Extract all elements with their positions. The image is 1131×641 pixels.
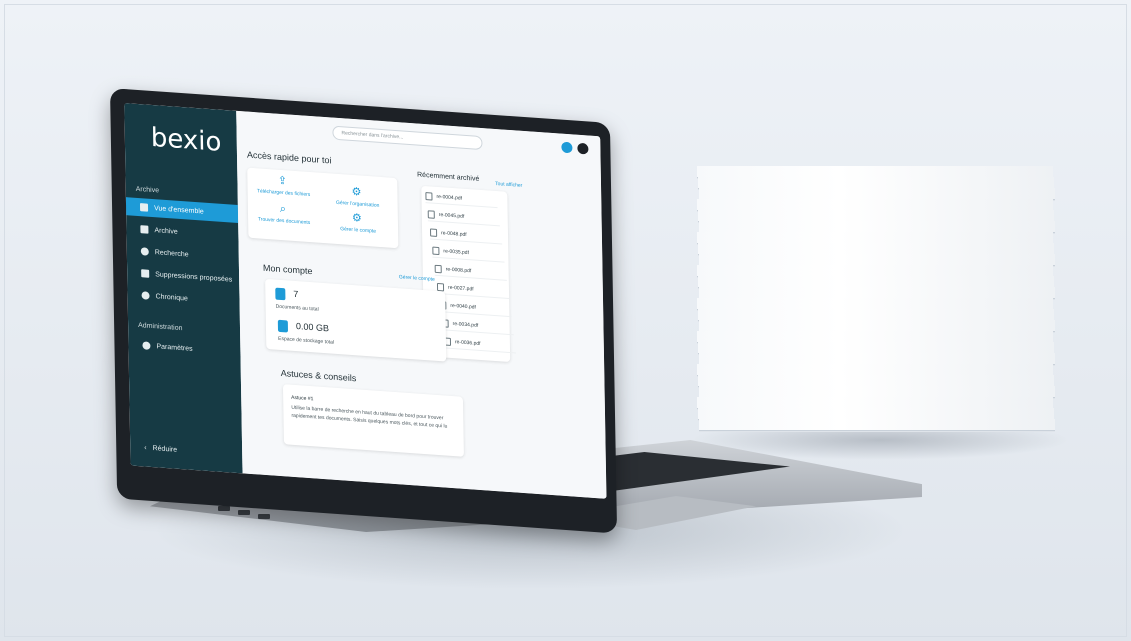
tip-heading: Astuce #1 [291, 394, 314, 403]
quick-action-find-docs[interactable]: Trouver des documents [254, 216, 314, 226]
paper-sheet [699, 419, 1055, 431]
recent-file-row[interactable]: re-0034.pdf [441, 317, 514, 336]
recent-title: Récemment archivé [417, 171, 480, 183]
sidebar-item-history[interactable]: Chronique [127, 285, 239, 311]
bexio-logo[interactable]: bexio [151, 123, 222, 158]
sidebar-item-label: Vue d'ensemble [153, 204, 204, 216]
usb-port [238, 510, 250, 515]
recent-file-name: re-0008.pdf [445, 266, 472, 275]
quick-action-upload[interactable]: Télécharger des fichiers [254, 188, 314, 198]
recent-file-name: re-0004.pdf [436, 193, 463, 202]
search-input[interactable]: Rechercher dans l'archive... [332, 125, 483, 151]
quick-access-title: Accès rapide pour toi [246, 149, 332, 166]
quick-access-card: ⇪ Télécharger des fichiers ⚙ Gérer l'org… [247, 167, 399, 249]
sidebar-item-search[interactable]: Recherche [127, 241, 239, 267]
archive-icon [140, 225, 149, 234]
recent-file-row[interactable]: re-0048.pdf [429, 226, 503, 245]
sidebar-item-archive[interactable]: Archive [126, 219, 238, 245]
search-icon: ⌕ [279, 202, 287, 216]
account-title: Mon compte [262, 262, 313, 277]
recent-file-name: re-0048.pdf [441, 230, 467, 239]
gear-icon: ⚙ [351, 211, 362, 225]
home-icon [139, 203, 149, 212]
storage-label: Espace de stockage total [278, 335, 335, 346]
search-icon [140, 247, 149, 256]
sidebar-item-label: Paramètres [156, 342, 193, 353]
recent-file-row[interactable]: re-0045.pdf [427, 208, 500, 227]
file-icon [427, 210, 435, 219]
recent-file-name: re-0034.pdf [452, 321, 479, 329]
recent-file-row[interactable]: re-0008.pdf [434, 262, 507, 281]
gear-icon [142, 341, 151, 350]
main-content: Rechercher dans l'archive... Accès rapid… [236, 110, 607, 499]
upload-icon: ⇪ [277, 174, 288, 188]
chevron-left-icon: ‹ [144, 443, 147, 452]
quick-action-organisation[interactable]: Gérer l'organisation [328, 199, 388, 209]
recent-file-row[interactable]: re-0027.pdf [436, 280, 510, 299]
paper-stack [697, 166, 1058, 444]
sidebar-item-label: Archive [154, 226, 178, 236]
recent-file-row[interactable]: re-0004.pdf [425, 190, 498, 209]
storage-value: 0.00 GB [295, 321, 330, 334]
documents-label: Documents au total [275, 303, 319, 313]
sidebar-item-overview[interactable]: Vue d'ensemble [125, 197, 239, 223]
sidebar-section-admin: Administration [138, 321, 183, 333]
usb-port [258, 514, 270, 519]
account-manage-link[interactable]: Gérer le compte [399, 274, 435, 283]
avatar[interactable] [577, 142, 589, 155]
file-icon [432, 246, 440, 256]
sidebar-item-label: Réduire [152, 444, 178, 454]
tips-card: Astuce #1 Utilise la barre de recherche … [282, 384, 464, 457]
help-icon[interactable] [561, 141, 573, 154]
tips-title: Astuces & conseils [280, 367, 357, 384]
storage-icon [277, 319, 289, 333]
documents-count: 7 [293, 288, 299, 300]
sidebar-collapse-button[interactable]: ‹ Réduire [130, 437, 242, 463]
file-icon [434, 264, 442, 274]
laptop-lid: bexio Archive Vue d'ensemble Archive Rec… [110, 88, 618, 534]
account-card: 7 Documents au total 0.00 GB Espace de s… [265, 278, 447, 362]
usb-port [218, 506, 230, 511]
file-icon [430, 228, 438, 237]
recent-file-row[interactable]: re-0040.pdf [439, 299, 512, 318]
recent-file-name: re-0040.pdf [450, 302, 476, 311]
recent-show-all-link[interactable]: Tout afficher [495, 181, 522, 189]
sidebar-item-label: Suppressions proposées [155, 270, 233, 284]
recent-file-name: re-0027.pdf [447, 284, 474, 293]
sidebar-item-label: Recherche [154, 248, 189, 259]
file-icon [425, 192, 433, 201]
sidebar-item-settings[interactable]: Paramètres [128, 335, 240, 361]
gear-icon: ⚙ [351, 185, 362, 199]
sidebar-item-deletions[interactable]: Suppressions proposées [127, 263, 239, 289]
recent-file-name: re-0036.pdf [454, 339, 481, 347]
laptop-screen: bexio Archive Vue d'ensemble Archive Rec… [124, 102, 607, 499]
sidebar-section-archive: Archive [135, 185, 160, 195]
recent-file-row[interactable]: re-0036.pdf [443, 335, 517, 354]
history-icon [141, 291, 150, 300]
recent-file-name: re-0045.pdf [438, 212, 465, 220]
quick-action-account[interactable]: Gérer le compte [328, 225, 388, 235]
recent-file-row[interactable]: re-0035.pdf [432, 244, 505, 263]
document-icon [275, 287, 286, 301]
recent-file-name: re-0035.pdf [443, 248, 470, 257]
document-icon [141, 269, 150, 278]
sidebar: bexio Archive Vue d'ensemble Archive Rec… [124, 102, 243, 474]
sidebar-item-label: Chronique [155, 292, 188, 302]
